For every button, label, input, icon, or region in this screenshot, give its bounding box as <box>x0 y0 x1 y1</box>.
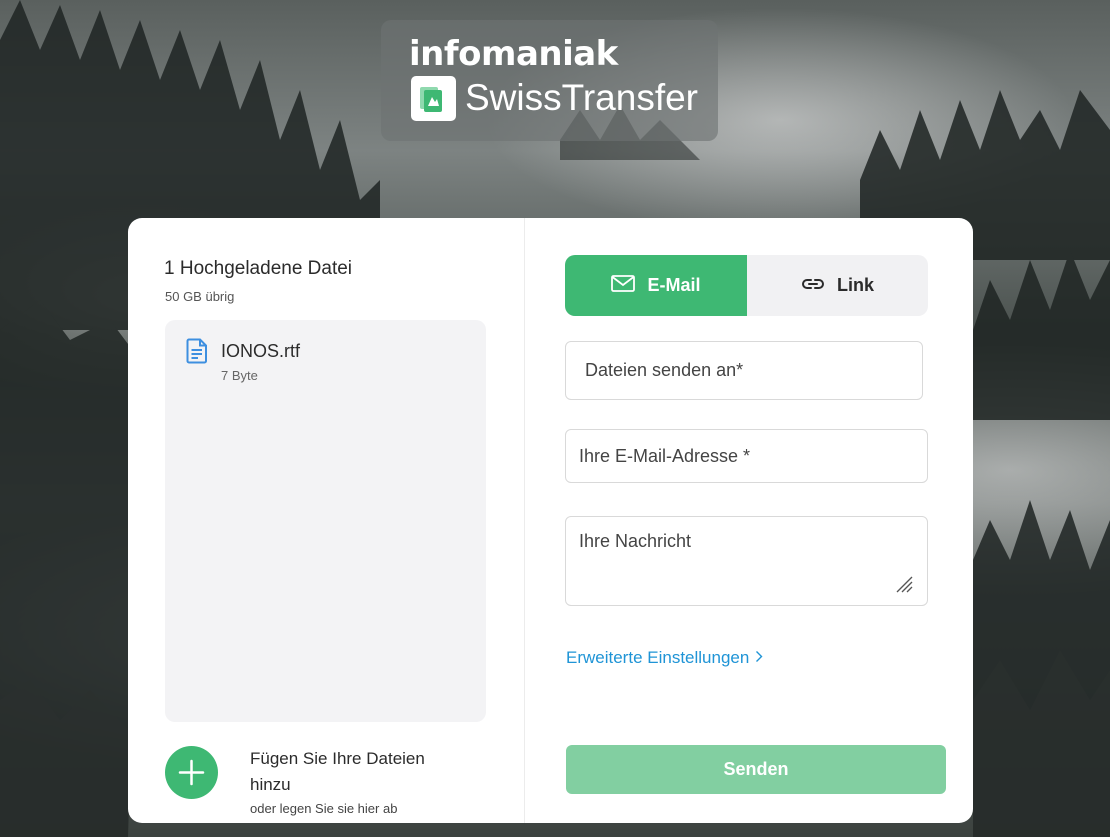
advanced-settings-label: Erweiterte Einstellungen <box>566 648 750 667</box>
tab-link-label: Link <box>836 275 874 295</box>
document-icon <box>185 338 209 369</box>
company-logo-text: infomaniak <box>409 34 618 74</box>
add-files-label[interactable]: Fügen Sie Ihre Dateien hinzu <box>250 746 460 798</box>
product-name: SwissTransfer <box>465 77 699 118</box>
add-files-button[interactable] <box>165 746 218 799</box>
file-size: 7 Byte <box>221 368 258 383</box>
resize-handle-icon[interactable] <box>894 574 914 599</box>
storage-remaining: 50 GB übrig <box>165 289 235 304</box>
plus-icon <box>178 759 205 786</box>
drop-hint: oder legen Sie sie hier ab <box>250 801 398 816</box>
file-list: IONOS.rtf 7 Byte <box>165 320 486 722</box>
uploaded-files-title: 1 Hochgeladene Datei <box>164 258 353 279</box>
envelope-icon <box>611 274 636 297</box>
sender-email-input[interactable] <box>565 429 928 483</box>
tab-link[interactable]: Link <box>747 255 928 316</box>
send-button[interactable]: Senden <box>566 745 946 794</box>
message-textarea[interactable] <box>565 516 928 606</box>
link-icon <box>801 275 825 296</box>
advanced-settings-link[interactable]: Erweiterte Einstellungen <box>566 648 763 668</box>
tab-email-label: E-Mail <box>647 275 701 295</box>
chevron-right-icon <box>755 648 763 668</box>
transfer-card: 1 Hochgeladene Datei 50 GB übrig IONOS.r… <box>128 218 973 823</box>
transfer-type-tabs: E-Mail Link <box>565 255 928 316</box>
swisstransfer-logo-icon <box>411 76 456 121</box>
tab-email[interactable]: E-Mail <box>565 255 747 316</box>
recipients-input[interactable] <box>565 341 923 400</box>
card-divider <box>524 218 525 823</box>
file-name: IONOS.rtf <box>221 341 301 361</box>
